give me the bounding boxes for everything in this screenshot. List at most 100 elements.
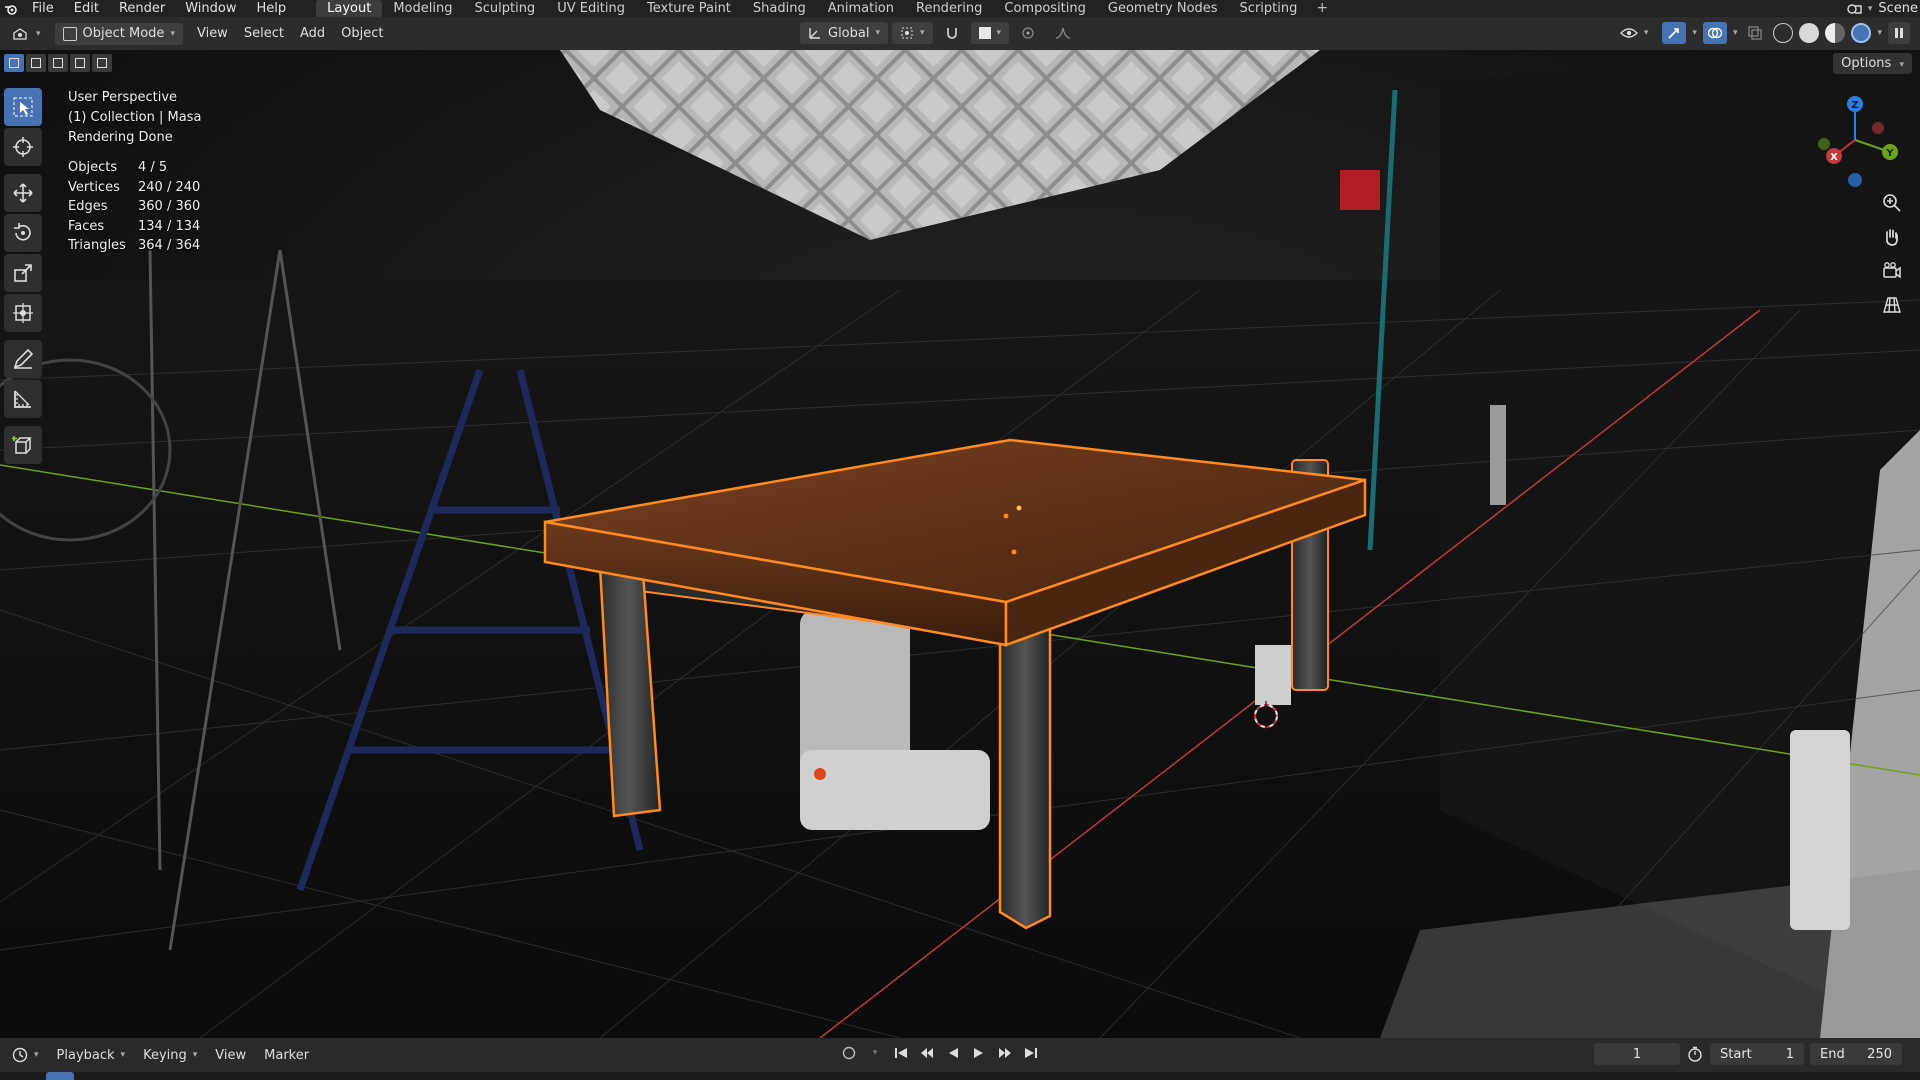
3d-viewport[interactable]: Options ▾ User Perspective (1) Collectio…	[0, 50, 1920, 1038]
tab-uv-editing[interactable]: UV Editing	[546, 0, 636, 17]
tool-cursor[interactable]	[4, 128, 42, 166]
timeline-ruler[interactable]	[0, 1072, 1920, 1080]
gizmo-icon	[1668, 28, 1680, 39]
gizmo-neg-x-axis[interactable]	[1872, 122, 1884, 134]
navigation-gizmo[interactable]: Z Y X	[1810, 90, 1900, 190]
menu-edit[interactable]: Edit	[64, 0, 109, 17]
timeline-menu-playback[interactable]: Playback ▾	[49, 1044, 134, 1066]
use-preview-range-toggle[interactable]	[1686, 1045, 1704, 1063]
tool-transform[interactable]	[4, 294, 42, 332]
tab-geometry-nodes[interactable]: Geometry Nodes	[1097, 0, 1229, 17]
timeline-menu-view[interactable]: View	[207, 1044, 254, 1066]
view-name: User Perspective	[68, 90, 178, 105]
add-workspace-button[interactable]: +	[1308, 0, 1336, 17]
tab-modeling[interactable]: Modeling	[382, 0, 463, 17]
jump-end-button[interactable]	[1022, 1044, 1040, 1062]
zoom-button[interactable]	[1878, 188, 1906, 218]
rendered-shading-icon[interactable]	[1851, 23, 1872, 43]
timeline-menus: ▾ Playback ▾ Keying ▾ View Marker	[4, 1044, 317, 1066]
gizmo-neg-z-axis[interactable]	[1848, 173, 1862, 187]
snap-target-dropdown[interactable]: ▾	[970, 22, 1010, 44]
tool-scale[interactable]	[4, 254, 42, 292]
options-dropdown[interactable]: Options ▾	[1833, 53, 1912, 74]
timeline-editor-type-button[interactable]: ▾	[4, 1044, 47, 1066]
chevron-down-icon[interactable]: ▾	[1733, 28, 1738, 38]
select-intersect-button[interactable]	[92, 54, 112, 72]
wireframe-shading-icon[interactable]	[1773, 23, 1794, 43]
playhead[interactable]	[46, 1072, 74, 1080]
menu-window[interactable]: Window	[175, 0, 246, 17]
start-frame-field[interactable]: Start 1	[1710, 1043, 1804, 1065]
tool-rotate[interactable]	[4, 214, 42, 252]
tool-add-cube[interactable]	[4, 426, 42, 464]
current-frame-field[interactable]: 1	[1594, 1043, 1680, 1065]
tab-scripting[interactable]: Scripting	[1229, 0, 1309, 17]
chevron-down-icon[interactable]: ▾	[1692, 28, 1697, 38]
timeline-menu-marker[interactable]: Marker	[256, 1044, 317, 1066]
menu-help[interactable]: Help	[247, 0, 297, 17]
material-preview-shading-icon[interactable]	[1825, 23, 1846, 43]
tab-rendering[interactable]: Rendering	[905, 0, 993, 17]
header-menu-add[interactable]: Add	[292, 23, 333, 45]
tab-layout[interactable]: Layout	[316, 0, 383, 17]
add-cube-icon	[12, 436, 32, 454]
play-reverse-button[interactable]	[944, 1044, 962, 1062]
chevron-down-icon[interactable]: ▾	[1877, 28, 1882, 38]
tab-sculpting[interactable]: Sculpting	[463, 0, 546, 17]
end-frame-field[interactable]: End 250	[1810, 1043, 1902, 1065]
jump-start-button[interactable]	[892, 1044, 910, 1062]
visibility-dropdown[interactable]: ▾	[1612, 22, 1657, 44]
editor-type-button[interactable]: ▾	[4, 23, 49, 45]
chevron-down-icon: ▾	[875, 28, 881, 38]
tool-move[interactable]	[4, 174, 42, 212]
gizmo-neg-y-axis[interactable]	[1818, 138, 1830, 150]
navigation-tools	[1878, 188, 1906, 320]
proportional-editing-toggle[interactable]	[1013, 22, 1043, 44]
tab-shading[interactable]: Shading	[742, 0, 817, 17]
camera-view-button[interactable]	[1878, 256, 1906, 286]
tab-texture-paint[interactable]: Texture Paint	[636, 0, 742, 17]
tab-animation[interactable]: Animation	[817, 0, 905, 17]
pan-button[interactable]	[1878, 222, 1906, 252]
timeline-header: ▾ Playback ▾ Keying ▾ View Marker ▾ 1 Star…	[0, 1038, 1920, 1072]
xray-toggle[interactable]	[1743, 22, 1767, 44]
select-subtract-button[interactable]	[48, 54, 68, 72]
tool-annotate[interactable]	[4, 340, 42, 378]
next-keyframe-icon	[999, 1048, 1011, 1058]
blender-logo-icon[interactable]	[0, 0, 22, 17]
solid-shading-icon[interactable]	[1799, 23, 1820, 43]
select-extend-button[interactable]	[26, 54, 46, 72]
play-button[interactable]	[970, 1044, 988, 1062]
header-menu-object[interactable]: Object	[333, 23, 391, 45]
select-invert-button[interactable]	[70, 54, 90, 72]
pause-render-button[interactable]	[1888, 22, 1910, 44]
tool-measure[interactable]	[4, 380, 42, 418]
mode-dropdown[interactable]: Object Mode ▾	[54, 22, 183, 45]
pivot-point-dropdown[interactable]: ▾	[892, 22, 933, 44]
menu-file[interactable]: File	[22, 0, 64, 17]
select-new-button[interactable]	[4, 54, 24, 72]
auto-keying-toggle[interactable]	[840, 1044, 858, 1062]
chevron-down-icon[interactable]: ▾	[866, 1044, 884, 1062]
proportional-falloff-dropdown[interactable]	[1047, 22, 1079, 44]
prev-keyframe-button[interactable]	[918, 1044, 936, 1062]
transform-orientation-dropdown[interactable]: Global ▾	[800, 22, 889, 44]
gizmo-toggle[interactable]	[1662, 22, 1687, 44]
chevron-down-icon: ▾	[1867, 3, 1873, 14]
menu-render[interactable]: Render	[109, 0, 175, 17]
next-keyframe-button[interactable]	[996, 1044, 1014, 1062]
tool-select-box[interactable]	[4, 88, 42, 126]
overlays-toggle[interactable]	[1702, 22, 1727, 44]
timeline-menu-keying[interactable]: Keying ▾	[135, 1044, 205, 1066]
header-menu-select[interactable]: Select	[236, 23, 292, 45]
stat-value: 240 / 240	[138, 179, 201, 195]
wall-bracket	[1490, 405, 1506, 505]
jump-end-icon	[1025, 1048, 1037, 1058]
scene-selector[interactable]: ▾ Scene	[1846, 0, 1920, 17]
tab-compositing[interactable]: Compositing	[993, 0, 1097, 17]
header-menu-view[interactable]: View	[189, 23, 236, 45]
main-menu: File Edit Render Window Help	[22, 0, 296, 17]
snap-toggle[interactable]	[937, 22, 967, 44]
stat-label: Edges	[68, 199, 108, 214]
perspective-toggle-button[interactable]	[1878, 290, 1906, 320]
